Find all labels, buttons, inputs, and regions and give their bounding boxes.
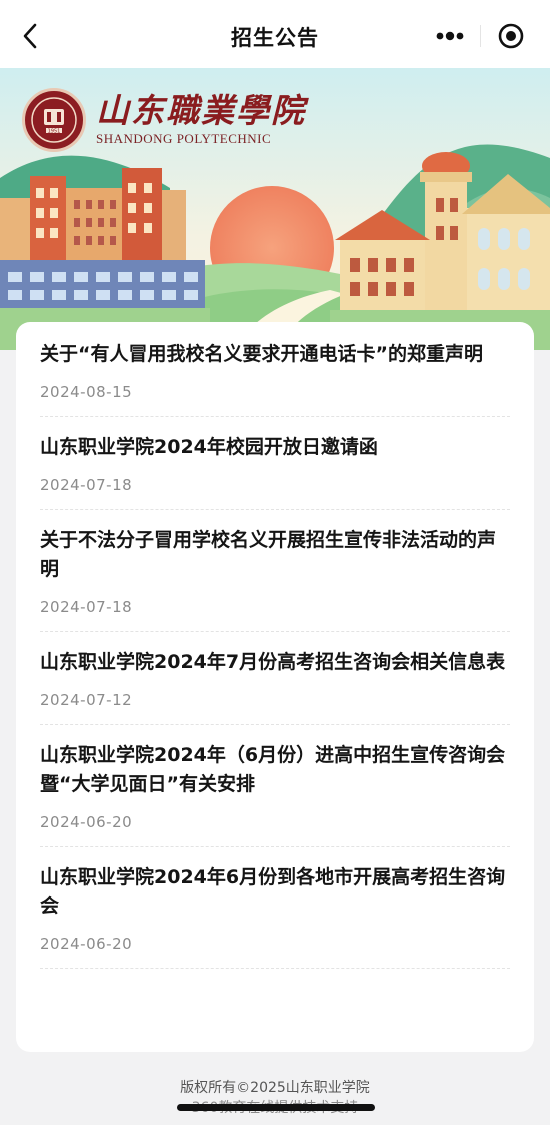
page-footer: 版权所有©2025山东职业学院 360教育在线提供技术支持 xyxy=(0,1078,550,1118)
school-name-chinese: 山东職業學院 xyxy=(96,90,306,130)
notice-title: 山东职业学院2024年校园开放日邀请函 xyxy=(40,436,378,458)
notice-item[interactable]: 山东职业学院2024年6月份到各地市开展高考招生咨询会 2024-06-20 xyxy=(40,847,510,969)
notice-date: 2024-07-12 xyxy=(40,691,133,709)
more-button[interactable] xyxy=(420,16,480,56)
school-logo: 1951 山东職業學院 SHANDONG POLYTECHNIC xyxy=(22,88,306,152)
home-indicator[interactable] xyxy=(177,1104,375,1111)
notice-title: 关于不法分子冒用学校名义开展招生宣传非法活动的声明 xyxy=(40,529,497,580)
emblem-year: 1951 xyxy=(48,129,61,135)
notice-item[interactable]: 山东职业学院2024年7月份高考招生咨询会相关信息表 2024-07-12 xyxy=(40,632,510,725)
notice-title: 关于“有人冒用我校名义要求开通电话卡”的郑重声明 xyxy=(40,343,483,365)
school-name-english: SHANDONG POLYTECHNIC xyxy=(96,130,272,146)
close-button[interactable] xyxy=(481,16,541,56)
notice-item[interactable]: 关于“有人冒用我校名义要求开通电话卡”的郑重声明 2024-08-15 xyxy=(40,322,510,417)
notice-date: 2024-06-20 xyxy=(40,813,133,831)
copyright-text: 版权所有©2025山东职业学院 xyxy=(180,1080,370,1096)
notice-date: 2024-07-18 xyxy=(40,598,133,616)
more-dots-icon xyxy=(436,31,464,41)
school-banner: 1951 山东職業學院 SHANDONG POLYTECHNIC xyxy=(0,68,550,350)
record-circle-icon xyxy=(498,23,524,49)
notice-item[interactable]: 山东职业学院2024年校园开放日邀请函 2024-07-18 xyxy=(40,417,510,510)
notice-item[interactable]: 关于不法分子冒用学校名义开展招生宣传非法活动的声明 2024-07-18 xyxy=(40,510,510,632)
school-emblem: 1951 xyxy=(22,88,86,152)
notice-title: 山东职业学院2024年6月份到各地市开展高考招生咨询会 xyxy=(40,866,506,917)
notice-date: 2024-07-18 xyxy=(40,476,133,494)
mini-program-capsule xyxy=(420,16,542,56)
notice-list: 关于“有人冒用我校名义要求开通电话卡”的郑重声明 2024-08-15 山东职业… xyxy=(16,322,534,969)
notice-date: 2024-08-15 xyxy=(40,383,133,401)
notice-list-card: 关于“有人冒用我校名义要求开通电话卡”的郑重声明 2024-08-15 山东职业… xyxy=(16,322,534,1052)
notice-title: 山东职业学院2024年7月份高考招生咨询会相关信息表 xyxy=(40,651,506,673)
notice-item[interactable]: 山东职业学院2024年（6月份）进高中招生宣传咨询会暨“大学见面日”有关安排 2… xyxy=(40,725,510,847)
notice-title: 山东职业学院2024年（6月份）进高中招生宣传咨询会暨“大学见面日”有关安排 xyxy=(40,744,506,795)
top-navigation-bar: 招生公告 xyxy=(0,0,550,72)
emblem-graphic: 1951 xyxy=(31,97,77,143)
notice-date: 2024-06-20 xyxy=(40,935,133,953)
